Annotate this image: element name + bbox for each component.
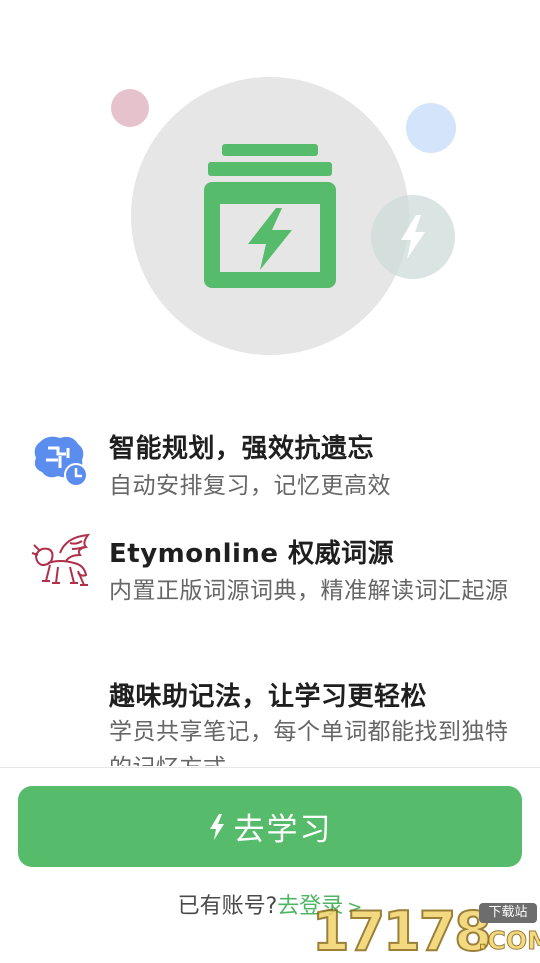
feature-title: 趣味助记法，让学习更轻松 xyxy=(109,682,428,712)
winged-lion-logo-icon xyxy=(31,533,91,586)
start-learning-button[interactable]: 去学习 xyxy=(18,786,522,867)
feature-description: 内置正版词源词典，精准解读词汇起源 xyxy=(109,578,509,604)
feature-title: 智能规划，强效抗遗忘 xyxy=(109,434,375,464)
feature-description: 自动安排复习，记忆更高效 xyxy=(109,473,391,499)
feature-description: 学员共享笔记，每个单词都能找到独特的记忆方式 xyxy=(109,719,509,766)
lightning-icon xyxy=(208,813,226,841)
watermark-number: 17178 xyxy=(311,899,493,963)
feature-title: Etymonline 权威词源 xyxy=(109,539,395,569)
watermark-badge: 下载站 xyxy=(479,903,537,923)
hero-illustration xyxy=(0,0,540,380)
brain-clock-icon xyxy=(34,436,88,487)
login-prompt-text: 已有账号? xyxy=(177,894,278,919)
site-watermark: 17178 下载站 .COM xyxy=(311,898,540,963)
watermark-suffix: .COM xyxy=(478,926,540,956)
decorative-blue-dot xyxy=(406,103,456,153)
decorative-pink-dot xyxy=(111,89,149,127)
lightning-icon xyxy=(401,215,425,259)
start-learning-label: 去学习 xyxy=(233,812,333,848)
flashcard-box-lightning-icon xyxy=(204,144,336,288)
